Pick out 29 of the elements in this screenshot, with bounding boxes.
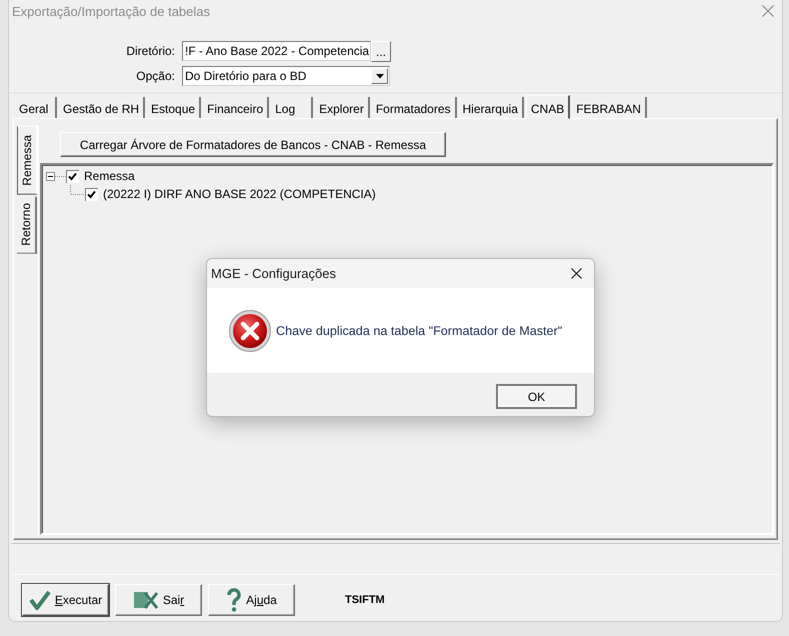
side-tab[interactable]: Retorno [17,196,37,254]
browse-button[interactable]: ... [371,41,391,62]
help-icon [226,588,242,612]
ok-button[interactable]: OK [496,384,577,409]
field-label: Opção: [135,69,175,83]
tree-item-label[interactable]: (20222 I) DIRF ANO BASE 2022 (COMPETENCIA) [103,187,376,201]
option-select[interactable]: Do Diretório para o BD [182,66,390,86]
dialog-title: MGE - Configurações [211,266,336,281]
program-code: TSIFTM [345,594,385,606]
help-button[interactable]: Ajuda [208,584,295,616]
tab[interactable]: CNAB [526,95,570,119]
side-tab[interactable]: Remessa [17,126,38,195]
error-icon [229,310,271,352]
check-icon [28,590,51,610]
collapse-icon[interactable] [46,172,55,180]
exit-icon [132,590,159,610]
exit-button[interactable]: Sair [115,584,202,616]
caret-icon [376,74,384,78]
connector-line [70,185,85,195]
execute-button[interactable]: Executar [22,584,109,616]
tree-item-label[interactable]: Remessa [84,169,135,183]
checkbox[interactable] [85,188,98,200]
checkbox[interactable] [66,170,79,182]
directory-field[interactable]: !F - Ano Base 2022 - Competencia [182,41,371,61]
field-label: Diretório: [125,44,175,58]
window-title: Exportação/Importação de tabelas [12,4,210,18]
load-tree-button[interactable]: Carregar Árvore de Formatadores de Bancos - CNAB - Remessa [60,132,446,157]
error-message: Chave duplicada na tabela "Formatador de Master" [276,324,562,338]
close-icon[interactable] [571,268,582,279]
